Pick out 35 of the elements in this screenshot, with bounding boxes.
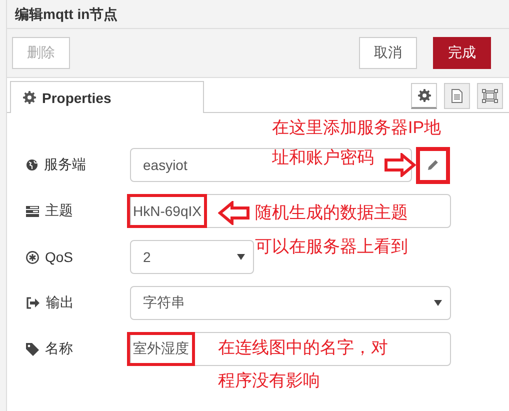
done-button[interactable]: 完成 [433, 37, 491, 69]
dialog-title: 编辑mqtt in节点 [15, 5, 118, 24]
field-label: 输出 [46, 294, 74, 312]
annotation-text: 在连线图中的名字，对 [218, 337, 388, 359]
field-label: 服务端 [44, 156, 86, 174]
settings-icon [418, 89, 430, 102]
edit-button[interactable] [416, 146, 450, 184]
caret-icon [237, 254, 245, 260]
panel-button[interactable] [411, 83, 437, 109]
pencil-icon [427, 159, 439, 171]
asterisk-circle-icon [26, 250, 39, 264]
document-icon [451, 89, 463, 103]
tag-icon [26, 342, 39, 356]
globe-icon [26, 159, 38, 171]
caret-icon [434, 300, 442, 306]
tasks-icon [26, 206, 39, 216]
callout-arrow [218, 201, 250, 225]
callout-arrow [384, 153, 416, 177]
annotation-text: 址和账户密码 [272, 147, 374, 169]
properties-tab[interactable]: Properties [10, 81, 204, 113]
annotation-text: 在这里添加服务器IP地 [272, 117, 442, 139]
toolbar-button[interactable]: 取消 [359, 37, 417, 69]
field-label: 名称 [45, 340, 73, 358]
panel-button[interactable] [477, 83, 503, 109]
select-field[interactable]: 字符串 [130, 286, 451, 320]
field-label: 主题 [45, 202, 73, 220]
field-label: QoS [45, 249, 74, 265]
panel-button[interactable] [444, 83, 470, 109]
annotation-text: 程序没有影响 [218, 370, 320, 392]
frame-icon [482, 89, 498, 103]
annotation-text: 可以在服务器上看到 [255, 236, 408, 258]
annotation-text: 随机生成的数据主题 [255, 202, 408, 224]
select-field[interactable]: 2 [130, 240, 254, 274]
gear-icon [23, 91, 36, 104]
sign-out-icon [26, 297, 40, 309]
